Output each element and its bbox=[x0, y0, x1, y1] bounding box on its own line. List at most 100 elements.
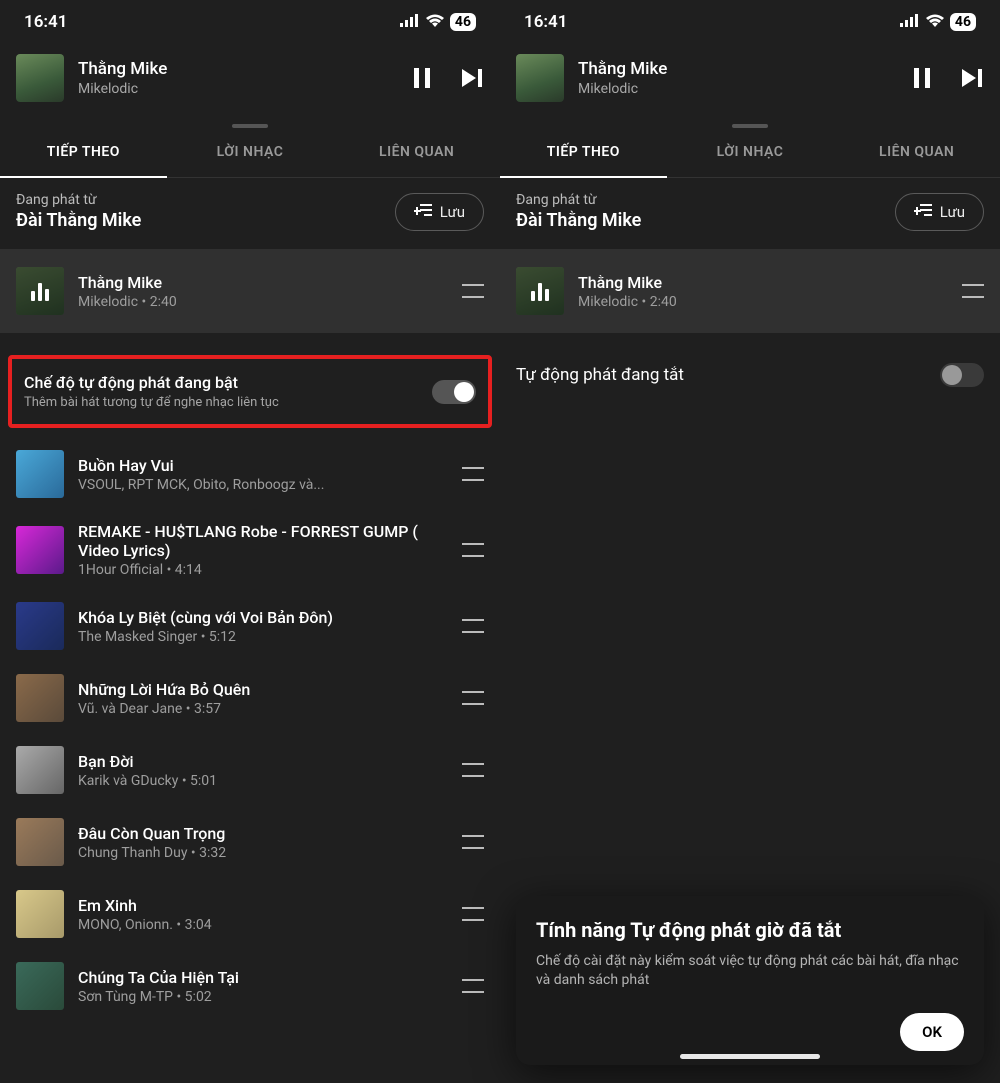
context-source: Đài Thằng Mike bbox=[16, 210, 141, 231]
tabs: TIẾP THEO LỜI NHẠC LIÊN QUAN bbox=[0, 128, 500, 178]
track-title: Những Lời Hứa Bỏ Quên bbox=[78, 680, 448, 699]
track-title: Buồn Hay Vui bbox=[78, 456, 448, 475]
context-label: Đang phát từ bbox=[516, 192, 641, 208]
tab-next[interactable]: TIẾP THEO bbox=[500, 128, 667, 178]
queue-item[interactable]: Chúng Ta Của Hiện Tại Sơn Tùng M-TP • 5:… bbox=[0, 950, 500, 1022]
autoplay-toggle-on[interactable] bbox=[432, 380, 476, 404]
now-playing-info[interactable]: Thằng Mike Mikelodic bbox=[78, 59, 398, 97]
context-label: Đang phát từ bbox=[16, 192, 141, 208]
drag-handle[interactable] bbox=[462, 691, 484, 705]
status-bar: 16:41 46 bbox=[0, 0, 500, 44]
playing-indicator-icon bbox=[16, 267, 64, 315]
now-playing-title: Thằng Mike bbox=[578, 59, 898, 79]
drag-handle[interactable] bbox=[462, 543, 484, 557]
playlist-add-icon bbox=[914, 202, 932, 222]
now-playing-title: Thằng Mike bbox=[78, 59, 398, 79]
queue-item[interactable]: Bạn Đời Karik và GDucky • 5:01 bbox=[0, 734, 500, 806]
track-thumb bbox=[16, 602, 64, 650]
drag-handle[interactable] bbox=[462, 835, 484, 849]
wifi-icon bbox=[926, 12, 944, 32]
queue-item[interactable]: Đâu Còn Quan Trọng Chung Thanh Duy • 3:3… bbox=[0, 806, 500, 878]
drag-handle[interactable] bbox=[462, 907, 484, 921]
track-title: Đâu Còn Quan Trọng bbox=[78, 824, 448, 843]
status-bar: 16:41 46 bbox=[500, 0, 1000, 44]
tabs: TIẾP THEO LỜI NHẠC LIÊN QUAN bbox=[500, 128, 1000, 178]
save-button[interactable]: Lưu bbox=[395, 193, 484, 231]
now-playing-info[interactable]: Thằng Mike Mikelodic bbox=[578, 59, 898, 97]
tab-lyrics[interactable]: LỜI NHẠC bbox=[167, 128, 334, 177]
save-label: Lưu bbox=[940, 203, 965, 221]
next-button[interactable] bbox=[960, 67, 984, 89]
status-icons: 46 bbox=[900, 12, 976, 32]
playlist-add-icon bbox=[414, 202, 432, 222]
track-meta: Sơn Tùng M-TP • 5:02 bbox=[78, 989, 448, 1005]
next-button[interactable] bbox=[460, 67, 484, 89]
autoplay-off-title: Tự động phát đang tắt bbox=[516, 365, 684, 385]
pause-button[interactable] bbox=[412, 66, 432, 90]
queue-item[interactable]: Buồn Hay Vui VSOUL, RPT MCK, Obito, Ronb… bbox=[0, 438, 500, 510]
drag-handle[interactable] bbox=[962, 284, 984, 298]
track-thumb bbox=[16, 526, 64, 574]
battery-badge: 46 bbox=[950, 13, 976, 31]
dialog-body: Chế độ cài đặt này kiểm soát việc tự độn… bbox=[536, 952, 964, 991]
pause-button[interactable] bbox=[912, 66, 932, 90]
queue-item[interactable]: Những Lời Hứa Bỏ Quên Vũ. và Dear Jane •… bbox=[0, 662, 500, 734]
home-indicator[interactable] bbox=[680, 1054, 820, 1059]
current-track-row[interactable]: Thằng Mike Mikelodic • 2:40 bbox=[0, 249, 500, 333]
dialog-title: Tính năng Tự động phát giờ đã tắt bbox=[536, 918, 964, 942]
autoplay-toggle-off[interactable] bbox=[940, 363, 984, 387]
tab-related[interactable]: LIÊN QUAN bbox=[333, 128, 500, 177]
track-meta: MONO, Onionn. • 3:04 bbox=[78, 917, 448, 933]
context-row: Đang phát từ Đài Thằng Mike Lưu bbox=[0, 178, 500, 249]
autoplay-dialog: Tính năng Tự động phát giờ đã tắt Chế độ… bbox=[516, 896, 984, 1065]
context-row: Đang phát từ Đài Thằng Mike Lưu bbox=[500, 178, 1000, 249]
drag-handle[interactable] bbox=[462, 763, 484, 777]
now-playing-bar: Thằng Mike Mikelodic bbox=[0, 44, 500, 120]
current-track-thumb bbox=[16, 267, 64, 315]
track-thumb bbox=[16, 450, 64, 498]
current-track-thumb bbox=[516, 267, 564, 315]
tab-lyrics[interactable]: LỜI NHẠC bbox=[667, 128, 834, 177]
track-thumb bbox=[16, 746, 64, 794]
save-button[interactable]: Lưu bbox=[895, 193, 984, 231]
track-meta: Karik và GDucky • 5:01 bbox=[78, 773, 448, 789]
drag-handle[interactable] bbox=[462, 284, 484, 298]
signal-icon bbox=[400, 12, 420, 32]
current-track-title: Thằng Mike bbox=[578, 273, 948, 292]
track-meta: Vũ. và Dear Jane • 3:57 bbox=[78, 701, 448, 717]
track-title: Chúng Ta Của Hiện Tại bbox=[78, 968, 448, 987]
drag-handle[interactable] bbox=[462, 979, 484, 993]
track-meta: Chung Thanh Duy • 3:32 bbox=[78, 845, 448, 861]
track-thumb bbox=[16, 962, 64, 1010]
current-track-title: Thằng Mike bbox=[78, 273, 448, 292]
track-meta: VSOUL, RPT MCK, Obito, Ronboogz và... bbox=[78, 477, 448, 493]
album-art[interactable] bbox=[516, 54, 564, 102]
drag-handle[interactable] bbox=[462, 619, 484, 633]
save-label: Lưu bbox=[440, 203, 465, 221]
autoplay-on-subtitle: Thêm bài hát tương tự để nghe nhạc liên … bbox=[24, 395, 420, 410]
now-playing-bar: Thằng Mike Mikelodic bbox=[500, 44, 1000, 120]
autoplay-on-box: Chế độ tự động phát đang bật Thêm bài há… bbox=[8, 355, 492, 428]
wifi-icon bbox=[426, 12, 444, 32]
current-track-meta: Mikelodic • 2:40 bbox=[78, 294, 448, 310]
track-meta: The Masked Singer • 5:12 bbox=[78, 629, 448, 645]
drag-handle[interactable] bbox=[462, 467, 484, 481]
now-playing-artist: Mikelodic bbox=[78, 81, 398, 97]
current-track-row[interactable]: Thằng Mike Mikelodic • 2:40 bbox=[500, 249, 1000, 333]
queue-item[interactable]: REMAKE - HU$TLANG Robe - FORREST GUMP ( … bbox=[0, 510, 500, 590]
queue-item[interactable]: Khóa Ly Biệt (cùng với Voi Bản Đôn) The … bbox=[0, 590, 500, 662]
dialog-ok-button[interactable]: OK bbox=[900, 1013, 964, 1051]
tab-next[interactable]: TIẾP THEO bbox=[0, 128, 167, 178]
track-title: REMAKE - HU$TLANG Robe - FORREST GUMP ( … bbox=[78, 522, 448, 560]
album-art[interactable] bbox=[16, 54, 64, 102]
playing-indicator-icon bbox=[516, 267, 564, 315]
autoplay-on-title: Chế độ tự động phát đang bật bbox=[24, 373, 420, 392]
status-time: 16:41 bbox=[524, 12, 567, 32]
queue-item[interactable]: Em Xinh MONO, Onionn. • 3:04 bbox=[0, 878, 500, 950]
current-track-meta: Mikelodic • 2:40 bbox=[578, 294, 948, 310]
autoplay-off-row: Tự động phát đang tắt bbox=[500, 333, 1000, 417]
tab-related[interactable]: LIÊN QUAN bbox=[833, 128, 1000, 177]
right-panel: 16:41 46 Thằng Mike Mikelodic TIẾ bbox=[500, 0, 1000, 1083]
track-title: Khóa Ly Biệt (cùng với Voi Bản Đôn) bbox=[78, 608, 448, 627]
track-title: Bạn Đời bbox=[78, 752, 448, 771]
